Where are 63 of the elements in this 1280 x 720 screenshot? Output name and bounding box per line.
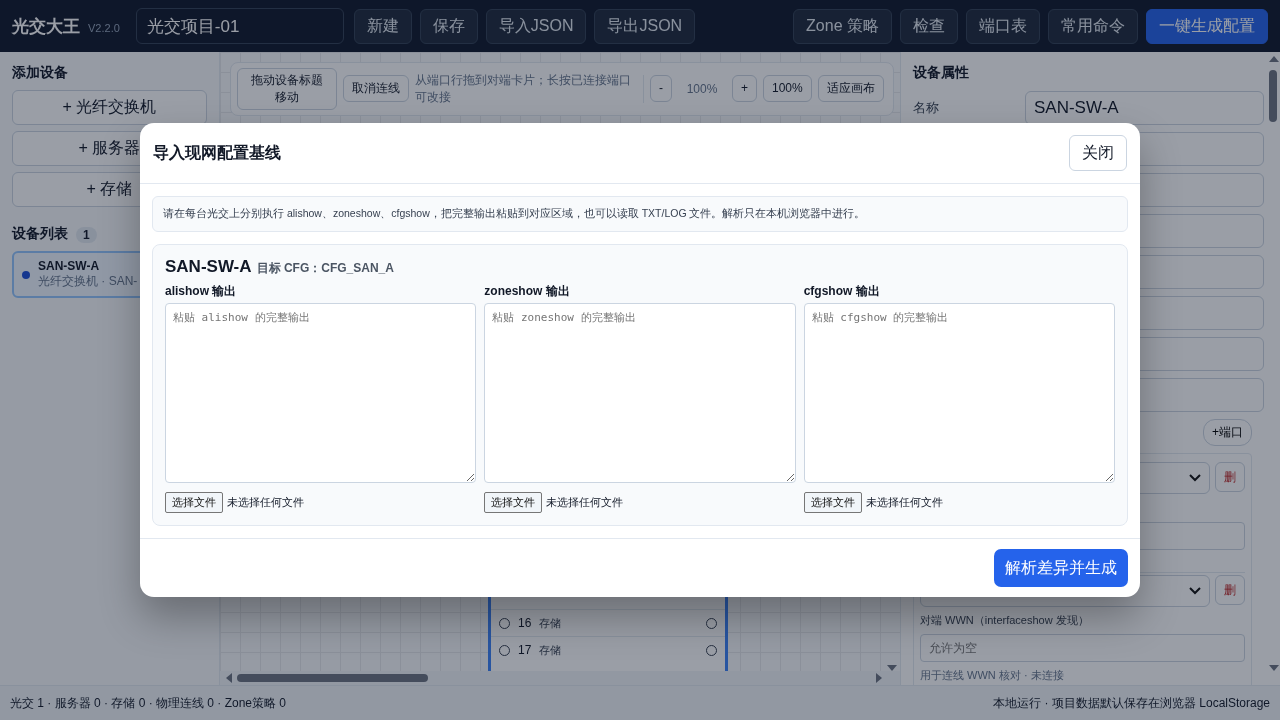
device-type: 光纤交换机 · SAN- bbox=[38, 273, 138, 290]
device-name: SAN-SW-A bbox=[38, 259, 101, 273]
canvas-button[interactable]: 适应画布 bbox=[817, 75, 884, 103]
submit-button[interactable]: 解析差异并生成 bbox=[994, 549, 1128, 587]
toolbar-button[interactable]: 检查 bbox=[900, 8, 958, 44]
hint-text: 从端口行拖到对端卡片；长按已连接端口可改接 bbox=[415, 72, 632, 106]
field-label: cfgshow 输出 bbox=[803, 283, 881, 300]
canvas-button[interactable]: + bbox=[732, 75, 757, 103]
toolbar-button[interactable]: 导出JSON bbox=[594, 8, 696, 44]
choose-file-button[interactable]: 选择文件 bbox=[165, 492, 223, 513]
status-note: 本地运行 · 项目数据默认保存在浏览器 LocalStorage bbox=[993, 694, 1270, 712]
port-row[interactable]: 16 存储 bbox=[491, 609, 725, 636]
close-button[interactable]: 关闭 bbox=[1069, 135, 1127, 171]
zoom-level: 100% bbox=[685, 81, 719, 96]
toolbar-button[interactable]: 端口表 bbox=[966, 8, 1040, 44]
version-label: V2.2.0 bbox=[88, 22, 120, 34]
field-label: 名称 bbox=[913, 99, 940, 117]
target-cfg: 目标 CFG：CFG_SAN_A bbox=[256, 260, 394, 277]
count-badge: 1 bbox=[76, 227, 97, 243]
toolbar-button[interactable]: 导入JSON bbox=[485, 8, 587, 44]
output-textarea[interactable]: 粘贴 zoneshow 的完整输出 bbox=[484, 303, 796, 483]
toolbar-button[interactable]: Zone 策略 bbox=[793, 8, 892, 44]
canvas-button[interactable]: 拖动设备标题移动 bbox=[237, 68, 337, 110]
section-title: 设备属性 bbox=[913, 64, 970, 82]
port-label: 存储 bbox=[539, 642, 562, 658]
vertical-scrollbar[interactable] bbox=[1268, 56, 1278, 671]
add-port-button[interactable]: +端口 bbox=[1203, 419, 1252, 446]
toolbar-button[interactable]: 常用命令 bbox=[1048, 8, 1138, 44]
port-row[interactable]: 17 存储 bbox=[491, 636, 725, 663]
file-status: 未选择任何文件 bbox=[865, 495, 943, 510]
output-textarea[interactable]: 粘贴 cfgshow 的完整输出 bbox=[803, 303, 1115, 483]
canvas-button[interactable]: 取消连线 bbox=[343, 75, 409, 103]
toolbar-button[interactable]: 保存 bbox=[419, 8, 478, 44]
project-name-field[interactable]: 光交项目-01 bbox=[135, 8, 344, 44]
port-number: 17 bbox=[518, 643, 532, 657]
status-summary: 光交 1 · 服务器 0 · 存储 0 · 物理连线 0 · Zone策略 0 bbox=[10, 694, 287, 712]
choose-file-button[interactable]: 选择文件 bbox=[484, 492, 543, 513]
help-text: 用于连线 WWN 核对 · 未连接 bbox=[920, 668, 1065, 683]
output-textarea[interactable]: 粘贴 alishow 的完整输出 bbox=[165, 303, 477, 483]
canvas-button[interactable]: 100% bbox=[763, 75, 812, 103]
instruction-text: 请在每台光交上分别执行 alishow、zoneshow、cfgshow，把完整输出粘贴到对应区域，也可以读取 TXT/LOG 文件。解析只在本机浏览器中进行。 bbox=[163, 207, 866, 219]
delete-button[interactable]: 删 bbox=[1215, 575, 1245, 605]
chevron-icon bbox=[1189, 474, 1201, 482]
field-label: zoneshow 输出 bbox=[484, 283, 571, 300]
file-status: 未选择任何文件 bbox=[546, 495, 624, 510]
section-title: 添加设备 bbox=[12, 64, 69, 82]
section-title: 设备列表 bbox=[12, 225, 68, 243]
generate-button[interactable]: 一键生成配置 bbox=[1146, 8, 1268, 44]
field-label: 对端 WWN（interfaceshow 发现） bbox=[920, 613, 1090, 628]
wwn-field[interactable]: 允许为空 bbox=[920, 634, 1245, 662]
name-field[interactable]: SAN-SW-A bbox=[1025, 91, 1264, 125]
choose-file-button[interactable]: 选择文件 bbox=[803, 492, 862, 513]
status-dot bbox=[22, 270, 30, 279]
chevron-icon bbox=[1189, 587, 1201, 595]
toolbar-button[interactable]: 新建 bbox=[353, 8, 412, 44]
port-label: 存储 bbox=[539, 615, 562, 631]
canvas-button[interactable]: - bbox=[650, 75, 672, 103]
delete-button[interactable]: 删 bbox=[1215, 462, 1245, 492]
add-device-button[interactable]: + 光纤交换机 bbox=[12, 90, 207, 125]
app-logo: 光交大王 bbox=[12, 15, 80, 38]
port-number: 16 bbox=[518, 616, 532, 630]
file-status: 未选择任何文件 bbox=[227, 495, 304, 510]
horizontal-scrollbar[interactable] bbox=[220, 671, 900, 685]
